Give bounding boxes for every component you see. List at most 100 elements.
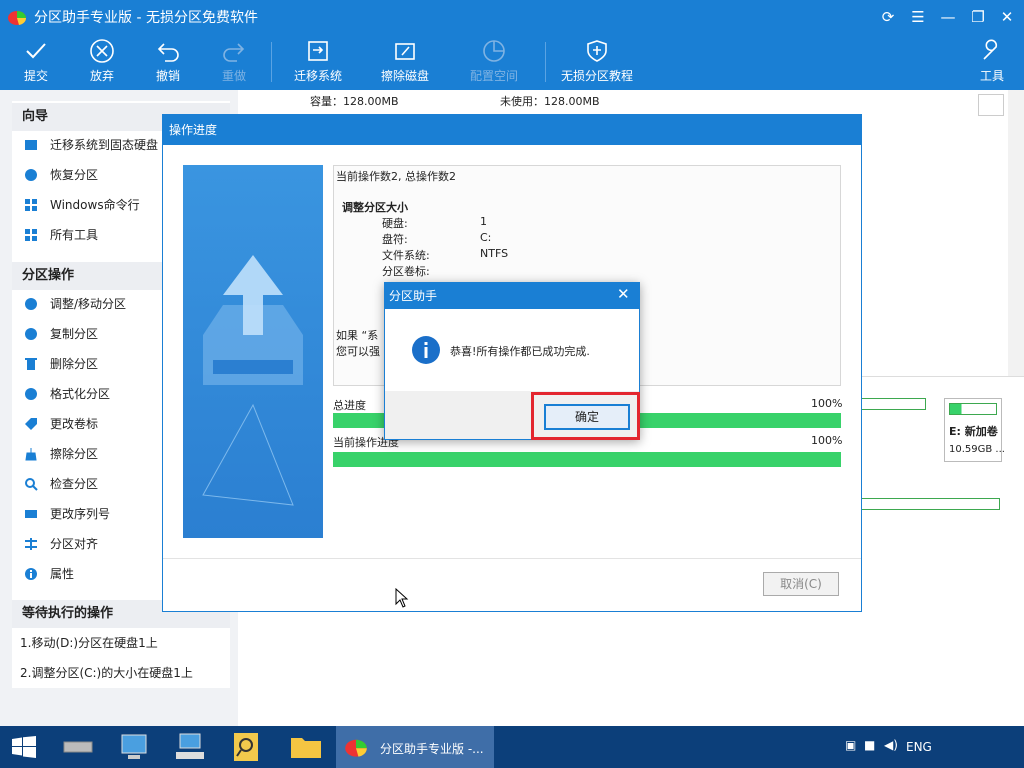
keyboard-monitor-icon[interactable] bbox=[170, 730, 210, 764]
app-logo-icon bbox=[345, 739, 367, 757]
language-indicator[interactable]: ENG bbox=[906, 740, 932, 754]
sidebar-item-label: 调整/移动分区 bbox=[50, 297, 127, 311]
minimize-button[interactable]: — bbox=[937, 6, 959, 28]
tutorial-label: 无损分区教程 bbox=[560, 69, 633, 83]
sidebar-item-label: 删除分区 bbox=[50, 357, 99, 371]
folder-icon[interactable] bbox=[286, 730, 326, 764]
dialog-divider bbox=[163, 558, 861, 559]
close-icon[interactable]: ✕ bbox=[617, 285, 630, 303]
close-button[interactable]: ✕ bbox=[996, 6, 1018, 28]
log-heading: 调整分区大小 bbox=[342, 201, 408, 214]
capacity-text: 容量：128.00MB bbox=[310, 95, 399, 108]
redo-label: 重做 bbox=[221, 69, 246, 83]
submit-label: 提交 bbox=[23, 69, 48, 83]
tag-icon bbox=[25, 418, 37, 430]
discard-label: 放弃 bbox=[89, 69, 114, 83]
format-icon bbox=[25, 388, 37, 400]
mouse-cursor-icon bbox=[395, 588, 409, 608]
redo-button[interactable]: 重做 bbox=[214, 34, 254, 90]
log-field-value: 1 bbox=[480, 215, 487, 228]
drive-e-usage-bar bbox=[949, 403, 997, 415]
app-logo-icon bbox=[8, 11, 27, 25]
undo-label: 撤销 bbox=[155, 69, 180, 83]
allocate-space-label: 配置空间 bbox=[469, 69, 518, 83]
pending-op-item[interactable]: 2.调整分区(C:)的大小在硬盘1上 bbox=[12, 659, 230, 687]
shield-icon bbox=[587, 40, 607, 62]
migrate-icon bbox=[308, 41, 328, 61]
color-display-icon[interactable]: ■ bbox=[864, 738, 875, 752]
wipe-disk-label: 擦除磁盘 bbox=[380, 69, 429, 83]
align-icon bbox=[25, 538, 37, 550]
drive-e-name: E: 新加卷 bbox=[949, 425, 998, 438]
volume-icon[interactable]: ◀) bbox=[884, 738, 898, 752]
view-toggle-icon[interactable] bbox=[978, 94, 1004, 116]
sidebar-item-label: 分区对齐 bbox=[50, 537, 99, 551]
total-progress-percent: 100% bbox=[811, 397, 843, 410]
submit-button[interactable]: 提交 bbox=[16, 34, 56, 90]
pending-op-item[interactable]: 1.移动(D:)分区在硬盘1上 bbox=[12, 629, 230, 657]
allocate-space-icon bbox=[483, 40, 505, 62]
total-progress-label: 总进度 bbox=[333, 399, 366, 412]
toolbar-divider bbox=[545, 42, 546, 82]
trash-icon bbox=[25, 358, 37, 370]
current-progress-percent: 100% bbox=[811, 434, 843, 447]
refresh-icon[interactable]: ⟳ bbox=[877, 6, 899, 28]
wrench-icon bbox=[983, 39, 998, 60]
message-text: 恭喜!所有操作都已成功完成. bbox=[450, 345, 590, 358]
log-field-label: 文件系统: bbox=[382, 249, 430, 262]
cancel-button[interactable]: 取消(C) bbox=[763, 572, 839, 596]
tools-label: 工具 bbox=[979, 69, 1004, 83]
sidebar-item-label: 迁移系统到固态硬盘 bbox=[50, 138, 159, 152]
memory-chip-icon[interactable] bbox=[58, 730, 98, 764]
migrate-system-label: 迁移系统 bbox=[293, 69, 342, 83]
log-field-label: 盘符: bbox=[382, 233, 408, 246]
discard-button[interactable]: 放弃 bbox=[82, 34, 122, 90]
search-tool-icon[interactable] bbox=[226, 730, 266, 764]
disk-bar-fragment bbox=[860, 398, 926, 414]
computer-icon[interactable] bbox=[114, 730, 154, 764]
taskbar-app-button[interactable]: 分区助手专业版 -... bbox=[336, 726, 494, 768]
allocate-space-button[interactable]: 配置空间 bbox=[466, 34, 522, 90]
sidebar-item-label: 恢复分区 bbox=[50, 168, 99, 182]
disk-bar-fragment bbox=[860, 498, 1000, 512]
redo-icon bbox=[223, 43, 245, 62]
toolbar: 提交 放弃 撤销 重做 迁移系统 擦除磁盘 配置空间 无损分区教程 工具 bbox=[0, 34, 1024, 90]
serial-number-icon bbox=[25, 510, 37, 518]
migrate-system-button[interactable]: 迁移系统 bbox=[290, 34, 346, 90]
undo-button[interactable]: 撤销 bbox=[148, 34, 188, 90]
log-field-label: 分区卷标: bbox=[382, 265, 430, 278]
recover-icon bbox=[25, 169, 37, 181]
title-bar: 分区助手专业版 - 无损分区免费软件 ⟳ ☰ — ❐ ✕ bbox=[0, 0, 1024, 34]
message-box-title: 分区助手 bbox=[385, 283, 639, 309]
migrate-icon bbox=[25, 140, 37, 150]
drive-e-size: 10.59GB ... bbox=[949, 444, 1005, 455]
menu-icon[interactable]: ☰ bbox=[907, 6, 929, 28]
sidebar-item-label: 所有工具 bbox=[50, 228, 99, 242]
tools-button[interactable]: 工具 bbox=[974, 34, 1010, 90]
restore-button[interactable]: ❐ bbox=[967, 6, 989, 28]
sidebar-item-label: 擦除分区 bbox=[50, 447, 99, 461]
wipe-disk-button[interactable]: 擦除磁盘 bbox=[377, 34, 433, 90]
window-title: 分区助手专业版 - 无损分区免费软件 bbox=[34, 10, 258, 26]
check-icon bbox=[26, 43, 46, 59]
current-progress-bar bbox=[333, 452, 841, 467]
sidebar-item-label: 更改卷标 bbox=[50, 417, 99, 431]
taskbar-app-label: 分区助手专业版 -... bbox=[380, 742, 484, 756]
resize-icon bbox=[25, 298, 37, 310]
network-icon[interactable]: ▣ bbox=[845, 738, 856, 752]
drive-e-tile[interactable]: E: 新加卷 10.59GB ... bbox=[944, 398, 1005, 462]
sidebar-item-label: 复制分区 bbox=[50, 327, 99, 341]
progress-dialog-title: 操作进度 bbox=[163, 115, 861, 145]
info-icon bbox=[25, 568, 37, 580]
scrollbar[interactable] bbox=[1008, 90, 1024, 376]
log-line: 您可以强 bbox=[336, 345, 380, 358]
toolbar-divider bbox=[271, 42, 272, 82]
info-icon bbox=[412, 336, 440, 364]
grid-icon bbox=[25, 229, 37, 241]
sidebar-item-label: 更改序列号 bbox=[50, 507, 111, 521]
windows-start-icon[interactable] bbox=[12, 736, 36, 758]
windows-icon bbox=[25, 199, 37, 211]
copy-icon bbox=[25, 328, 37, 340]
log-field-value: C: bbox=[480, 231, 492, 244]
tutorial-button[interactable]: 无损分区教程 bbox=[557, 34, 637, 90]
